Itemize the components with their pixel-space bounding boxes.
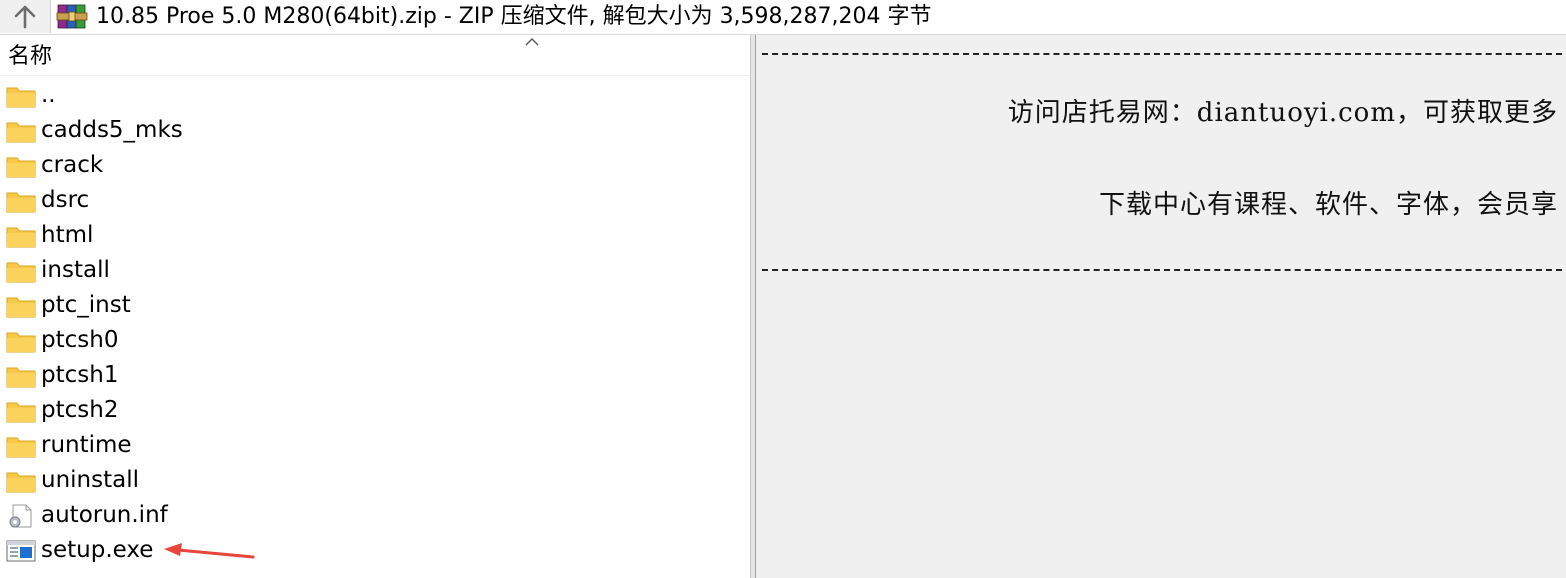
file-list: .. cadds5_mks crack dsrc html install pt… — [0, 78, 750, 568]
folder-icon — [6, 367, 36, 388]
archive-path-text: 10.85 Proe 5.0 M280(64bit).zip - ZIP 压缩文… — [96, 4, 932, 29]
file-name: uninstall — [41, 467, 139, 493]
settings-file-icon — [9, 504, 32, 528]
comment-line-2: 下载中心有课程、软件、字体，会员享 — [1098, 190, 1558, 220]
list-item[interactable]: .. — [0, 78, 750, 113]
address-bar: 10.85 Proe 5.0 M280(64bit).zip - ZIP 压缩文… — [0, 0, 1566, 35]
column-header-label: 名称 — [8, 44, 53, 69]
file-name: .. — [41, 82, 56, 108]
file-name: autorun.inf — [41, 502, 168, 528]
file-name: setup.exe — [41, 537, 154, 563]
file-name: install — [41, 257, 110, 283]
list-item[interactable]: cadds5_mks — [0, 113, 750, 148]
file-name: runtime — [41, 432, 132, 458]
comment-line-1: 访问店托易网：diantuoyi.com，可获取更多 — [1007, 98, 1558, 128]
annotation-arrow-icon — [164, 543, 255, 559]
list-item[interactable]: runtime — [0, 428, 750, 463]
list-item[interactable]: ptcsh2 — [0, 393, 750, 428]
archive-comment-pane: 访问店托易网：diantuoyi.com，可获取更多 下载中心有课程、软件、字体… — [756, 35, 1566, 578]
list-item[interactable]: setup.exe — [0, 533, 750, 568]
dashed-divider — [762, 53, 1562, 55]
column-header-name[interactable]: 名称 — [0, 35, 750, 76]
list-item[interactable]: html — [0, 218, 750, 253]
dashed-divider — [762, 269, 1562, 271]
file-name: html — [41, 222, 94, 248]
folder-icon — [6, 402, 36, 423]
list-item[interactable]: ptcsh1 — [0, 358, 750, 393]
folder-icon — [6, 122, 36, 143]
folder-icon — [6, 157, 36, 178]
folder-icon — [6, 437, 36, 458]
winrar-window: 10.85 Proe 5.0 M280(64bit).zip - ZIP 压缩文… — [0, 0, 1566, 578]
file-list-pane: 名称 .. cadds5_mks crack dsrc html install… — [0, 35, 750, 578]
folder-icon — [6, 227, 36, 248]
folder-icon — [6, 262, 36, 283]
list-item[interactable]: autorun.inf — [0, 498, 750, 533]
file-name: ptcsh0 — [41, 327, 119, 353]
list-item[interactable]: ptcsh0 — [0, 323, 750, 358]
folder-icon — [6, 297, 36, 318]
file-name: dsrc — [41, 187, 90, 213]
file-name: ptcsh1 — [41, 362, 119, 388]
list-item[interactable]: dsrc — [0, 183, 750, 218]
list-item[interactable]: install — [0, 253, 750, 288]
folder-icon — [6, 192, 36, 213]
up-arrow-icon — [14, 5, 36, 28]
list-item[interactable]: ptc_inst — [0, 288, 750, 323]
file-name: crack — [41, 152, 104, 178]
list-item[interactable]: uninstall — [0, 463, 750, 498]
list-item[interactable]: crack — [0, 148, 750, 183]
folder-icon — [6, 332, 36, 353]
up-folder-button[interactable] — [0, 0, 51, 33]
file-name: cadds5_mks — [41, 117, 183, 143]
executable-icon — [6, 540, 36, 562]
folder-icon — [6, 472, 36, 493]
file-name: ptc_inst — [41, 292, 131, 318]
rar-archive-icon — [56, 4, 88, 29]
sort-ascending-icon — [525, 38, 539, 46]
folder-icon — [6, 87, 36, 108]
file-name: ptcsh2 — [41, 397, 119, 423]
